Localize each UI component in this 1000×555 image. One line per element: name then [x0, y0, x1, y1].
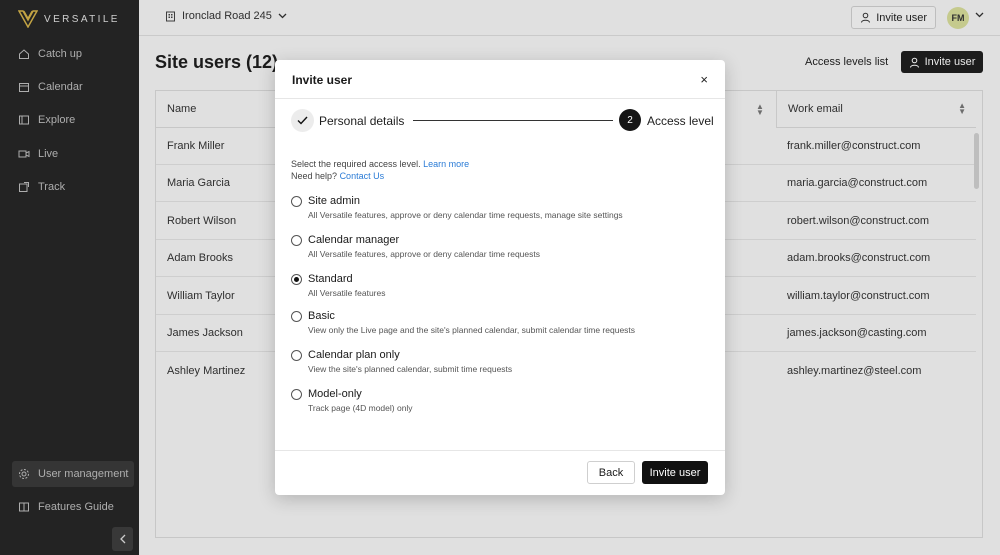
option-description: Track page (4D model) only	[308, 403, 413, 413]
step-complete-indicator	[291, 109, 314, 132]
invite-user-submit-button[interactable]: Invite user	[642, 461, 708, 484]
option-label: Calendar manager	[308, 234, 400, 246]
option-description: All Versatile features, approve or deny …	[308, 210, 623, 220]
radio-button[interactable]	[291, 350, 302, 361]
option-description: All Versatile features	[308, 288, 386, 298]
learn-more-link[interactable]: Learn more	[423, 159, 469, 169]
intro-text: Select the required access level. Learn …	[291, 159, 469, 169]
back-button[interactable]: Back	[587, 461, 635, 484]
option-label: Basic	[308, 310, 335, 322]
access-option-standard[interactable]: Standard All Versatile features	[291, 273, 711, 303]
access-option-calendar-plan-only[interactable]: Calendar plan only View the site's plann…	[291, 349, 711, 379]
option-description: View only the Live page and the site's p…	[308, 325, 636, 335]
close-icon[interactable]: ×	[700, 72, 708, 87]
access-option-basic[interactable]: Basic View only the Live page and the si…	[291, 310, 711, 340]
access-option-model-only[interactable]: Model-only Track page (4D model) only	[291, 388, 711, 418]
option-label: Model-only	[308, 388, 362, 400]
radio-button-selected[interactable]	[291, 274, 302, 285]
invite-user-dialog: Invite user × Personal details 2 Access …	[275, 60, 725, 495]
step-personal-details: Personal details	[319, 114, 405, 128]
dialog-title: Invite user	[292, 73, 353, 87]
access-option-calendar-manager[interactable]: Calendar manager All Versatile features,…	[291, 234, 711, 264]
option-label: Calendar plan only	[308, 349, 400, 361]
divider	[275, 98, 725, 99]
option-description: All Versatile features, approve or deny …	[308, 249, 540, 259]
step-access-level: Access level	[647, 114, 714, 128]
divider	[275, 450, 725, 451]
option-description: View the site's planned calendar, submit…	[308, 364, 513, 374]
check-icon	[297, 116, 308, 125]
contact-us-link[interactable]: Contact Us	[340, 171, 385, 181]
step-number: 2	[619, 109, 641, 131]
step-connector	[413, 120, 613, 121]
access-option-site-admin[interactable]: Site admin All Versatile features, appro…	[291, 195, 711, 225]
radio-button[interactable]	[291, 389, 302, 400]
intro-label: Select the required access level.	[291, 159, 421, 169]
option-label: Standard	[308, 273, 353, 285]
help-label: Need help?	[291, 171, 338, 181]
radio-button[interactable]	[291, 311, 302, 322]
radio-button[interactable]	[291, 196, 302, 207]
radio-button[interactable]	[291, 235, 302, 246]
option-label: Site admin	[308, 195, 360, 207]
help-text: Need help? Contact Us	[291, 171, 384, 181]
